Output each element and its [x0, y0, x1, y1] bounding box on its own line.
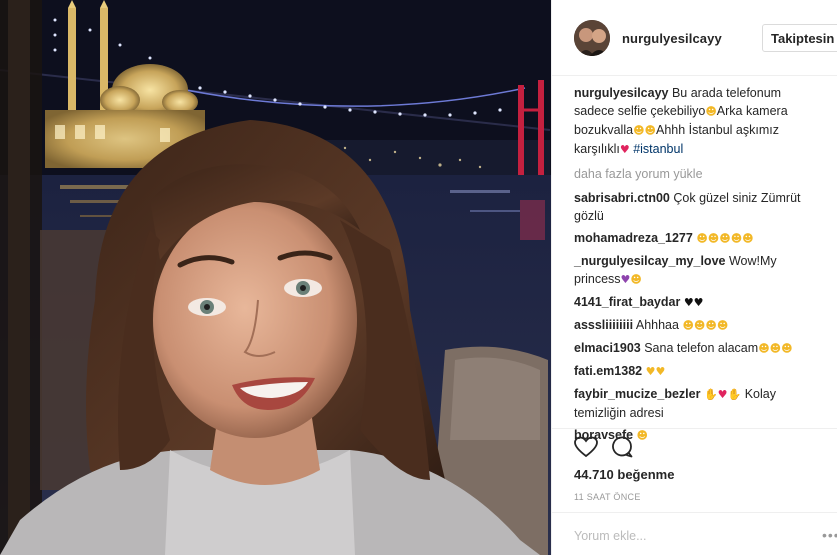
comments-list: nurgulyesilcayy Bu arada telefonum sadec… [574, 84, 824, 444]
heart-eyes-emoji-icon: ☻☻☻☻ [682, 319, 729, 332]
comment-username[interactable]: mohamadreza_1277 [574, 231, 693, 245]
post-timestamp: 11 SAAT ÖNCE [574, 492, 641, 502]
actions-divider [552, 428, 837, 429]
comment-username[interactable]: sabrisabri.ctn00 [574, 191, 670, 205]
add-comment-input[interactable] [574, 527, 804, 545]
comment-item: mohamadreza_1277 ☻☻☻☻☻ [574, 229, 824, 248]
laugh-emoji-icon: ☻ [636, 429, 649, 440]
sparkle-heart-emoji-icon: ♥ [717, 388, 728, 401]
comment-username[interactable]: 4141_firat_baydar [574, 295, 680, 309]
comment-item: elmaci1903 Sana telefon alacam☻☻☻ [574, 339, 824, 358]
post-header: nurgulyesilcayy Takiptesin [552, 0, 837, 76]
yellow-heart-emoji-icon: ♥♥ [645, 365, 666, 378]
clap-emoji-icon: ✋ [703, 388, 718, 401]
hashtag-link[interactable]: #istanbul [630, 142, 683, 156]
heart-eyes-emoji-icon: ☻ [630, 273, 642, 286]
post-photo[interactable] [0, 0, 551, 555]
comment-text: Sana telefon alacam [640, 341, 759, 355]
comment-username[interactable]: asssliiiiiiii [574, 318, 633, 332]
laugh-emoji-icon: ☻☻ [633, 124, 657, 137]
post-panel: nurgulyesilcayy Takiptesin nurgulyesilca… [551, 0, 837, 555]
comment-icon[interactable] [610, 435, 634, 459]
comment-username[interactable]: _nurgulyesilcay_my_love [574, 254, 725, 268]
comment-item: fati.em1382 ♥♥ [574, 362, 824, 381]
heart-eyes-emoji-icon: ☻☻☻☻☻ [696, 232, 754, 245]
photo-illustration [0, 0, 551, 555]
laugh-emoji-icon: ☻☻☻ [758, 342, 793, 355]
post-caption: nurgulyesilcayy Bu arada telefonum sadec… [574, 84, 824, 159]
following-button[interactable]: Takiptesin [762, 24, 837, 52]
comment-text: Ahhhaa [633, 318, 683, 332]
purple-heart-emoji-icon: ♥ [620, 273, 631, 286]
clap-emoji-icon: ✋ [727, 388, 742, 401]
comment-item: 4141_firat_baydar ♥♥ [574, 293, 824, 312]
comment-username[interactable]: fati.em1382 [574, 364, 642, 378]
comment-username[interactable]: faybir_mucize_bezler [574, 387, 700, 401]
comment-username[interactable]: elmaci1903 [574, 341, 641, 355]
comment-item: asssliiiiiiii Ahhhaa ☻☻☻☻ [574, 316, 824, 335]
comment-input-row: ••• [552, 512, 837, 555]
smile-emoji-icon: ☻ [705, 105, 717, 118]
load-more-comments-link[interactable]: daha fazla yorum yükle [574, 165, 824, 183]
username-link[interactable]: nurgulyesilcayy [622, 31, 722, 46]
avatar[interactable] [574, 20, 610, 56]
red-heart-emoji-icon: ♥ [619, 143, 630, 156]
comment-item: sabrisabri.ctn00 Çok güzel siniz Zümrüt … [574, 189, 824, 225]
comment-item: _nurgulyesilcay_my_love Wow!My princess♥… [574, 252, 824, 289]
like-count[interactable]: 44.710 beğenme [574, 467, 674, 482]
comment-item: faybir_mucize_bezler ✋♥✋ Kolay temizliği… [574, 385, 824, 422]
caption-username[interactable]: nurgulyesilcayy [574, 86, 669, 100]
avatar-image [574, 20, 610, 56]
black-heart-emoji-icon: ♥♥ [683, 296, 704, 309]
heart-icon[interactable] [574, 436, 598, 458]
more-options-icon[interactable]: ••• [822, 527, 837, 543]
